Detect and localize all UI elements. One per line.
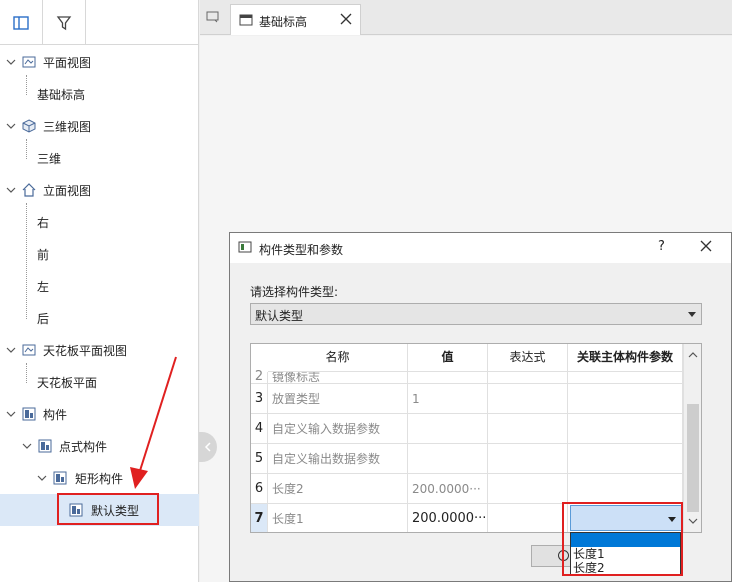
component-icon: [38, 439, 52, 453]
annotation-box-tree: [57, 493, 159, 525]
cell-value[interactable]: 200.0000···: [408, 504, 488, 532]
column-header-value[interactable]: 值: [408, 344, 488, 372]
cell-host-param[interactable]: [568, 414, 683, 444]
column-header-host-param[interactable]: 关联主体构件参数: [568, 344, 683, 372]
cell-host-param[interactable]: [568, 372, 683, 384]
window-icon: [239, 14, 253, 26]
cell-expression[interactable]: [488, 384, 568, 414]
help-button[interactable]: ?: [658, 239, 665, 254]
chevron-down-icon[interactable]: [6, 121, 16, 131]
chevron-down-icon[interactable]: [688, 516, 698, 526]
tree-label: 三维: [37, 152, 62, 166]
cell-value[interactable]: [408, 444, 488, 474]
cell-expression[interactable]: [488, 474, 568, 504]
tree-label: 构件: [43, 408, 68, 422]
tree-label: 平面视图: [43, 56, 92, 70]
tree-label: 右: [37, 216, 50, 230]
tree-label: 天花板平面: [37, 376, 98, 390]
row-number: 2: [251, 370, 268, 384]
tree-item-plan-view[interactable]: 平面视图: [0, 46, 199, 78]
cell-expression[interactable]: [488, 414, 568, 444]
close-icon[interactable]: [340, 13, 352, 25]
filter-icon: [56, 15, 72, 30]
row-number: 3: [251, 384, 268, 414]
tab-foundation-level[interactable]: 基础标高: [230, 4, 361, 35]
component-type-select[interactable]: 默认类型: [250, 303, 702, 325]
cell-value[interactable]: [408, 414, 488, 444]
cell-name[interactable]: 放置类型: [268, 384, 408, 414]
tree-toolbar: [0, 0, 198, 45]
tree-item-elevation-view[interactable]: 立面视图: [0, 174, 199, 206]
component-icon: [22, 407, 36, 421]
tree-item-foundation-level[interactable]: 基础标高: [0, 78, 199, 110]
tree-item-3d[interactable]: 三维: [0, 142, 199, 174]
tree-label: 前: [37, 248, 50, 262]
selected-type: 默认类型: [255, 309, 304, 323]
tree-label: 左: [37, 280, 50, 294]
chevron-down-icon[interactable]: [6, 185, 16, 195]
toggle-panel-button[interactable]: [0, 0, 43, 45]
cell-name[interactable]: 长度2: [268, 474, 408, 504]
dialog-title: 构件类型和参数: [259, 243, 344, 257]
chevron-left-icon: [204, 442, 211, 452]
tree-label: 矩形构件: [75, 472, 124, 486]
cell-expression[interactable]: [488, 372, 568, 384]
tree-item-elev-left[interactable]: 左: [0, 270, 199, 302]
column-header-name[interactable]: 名称: [268, 344, 408, 372]
plan-view-icon: [22, 56, 36, 68]
cell-name[interactable]: 自定义输入数据参数: [268, 414, 408, 444]
tree-label: 点式构件: [59, 440, 108, 454]
cell-expression[interactable]: [488, 504, 568, 532]
cell-value[interactable]: 200.0000···: [408, 474, 488, 504]
chevron-down-icon[interactable]: [6, 409, 16, 419]
tree-item-elev-front[interactable]: 前: [0, 238, 199, 270]
tree-item-elev-back[interactable]: 后: [0, 302, 199, 334]
cell-name[interactable]: 镜像标志: [268, 372, 408, 384]
chevron-down-icon[interactable]: [22, 441, 32, 451]
close-icon[interactable]: [700, 240, 712, 252]
cell-name[interactable]: 自定义输出数据参数: [268, 444, 408, 474]
vertical-scrollbar[interactable]: [683, 344, 701, 532]
row-number: 7: [251, 504, 268, 532]
chevron-down-icon[interactable]: [37, 473, 47, 483]
component-icon: [53, 471, 67, 485]
tree-label: 三维视图: [43, 120, 92, 134]
cell-host-param[interactable]: [568, 474, 683, 504]
cell-host-param[interactable]: [568, 444, 683, 474]
chevron-up-icon[interactable]: [688, 350, 698, 360]
house-icon: [22, 183, 36, 197]
tree-label: 天花板平面视图: [43, 344, 128, 358]
scrollbar-thumb[interactable]: [687, 404, 699, 512]
tree-label: 基础标高: [37, 88, 86, 102]
chevron-down-icon[interactable]: [6, 57, 16, 67]
annotation-box-dropdown: [562, 502, 683, 576]
cell-value[interactable]: 1: [408, 384, 488, 414]
panel-icon: [13, 15, 29, 30]
cell-name[interactable]: 长度1: [268, 504, 408, 532]
dialog-title-bar: 构件类型和参数 ?: [230, 233, 731, 263]
tree-label: 后: [37, 312, 50, 326]
dialog-app-icon: [238, 241, 252, 253]
row-number: 5: [251, 444, 268, 474]
cell-value[interactable]: [408, 372, 488, 384]
ceiling-plan-icon: [22, 344, 36, 356]
tab-list-icon[interactable]: [206, 11, 220, 23]
document-tab-bar: 基础标高: [200, 0, 732, 35]
dropdown-arrow-icon: [688, 312, 696, 317]
row-number: 4: [251, 414, 268, 444]
tree-item-3d-view[interactable]: 三维视图: [0, 110, 199, 142]
chevron-down-icon[interactable]: [6, 345, 16, 355]
filter-button[interactable]: [43, 0, 86, 45]
row-number: 6: [251, 474, 268, 504]
column-header-expression[interactable]: 表达式: [488, 344, 568, 372]
select-type-label: 请选择构件类型:: [250, 285, 339, 299]
cell-host-param[interactable]: [568, 384, 683, 414]
tree-item-elev-right[interactable]: 右: [0, 206, 199, 238]
tree-label: 立面视图: [43, 184, 92, 198]
tab-label: 基础标高: [259, 15, 308, 29]
annotation-arrow-icon: [130, 356, 177, 489]
cell-expression[interactable]: [488, 444, 568, 474]
cube-icon: [22, 119, 36, 133]
